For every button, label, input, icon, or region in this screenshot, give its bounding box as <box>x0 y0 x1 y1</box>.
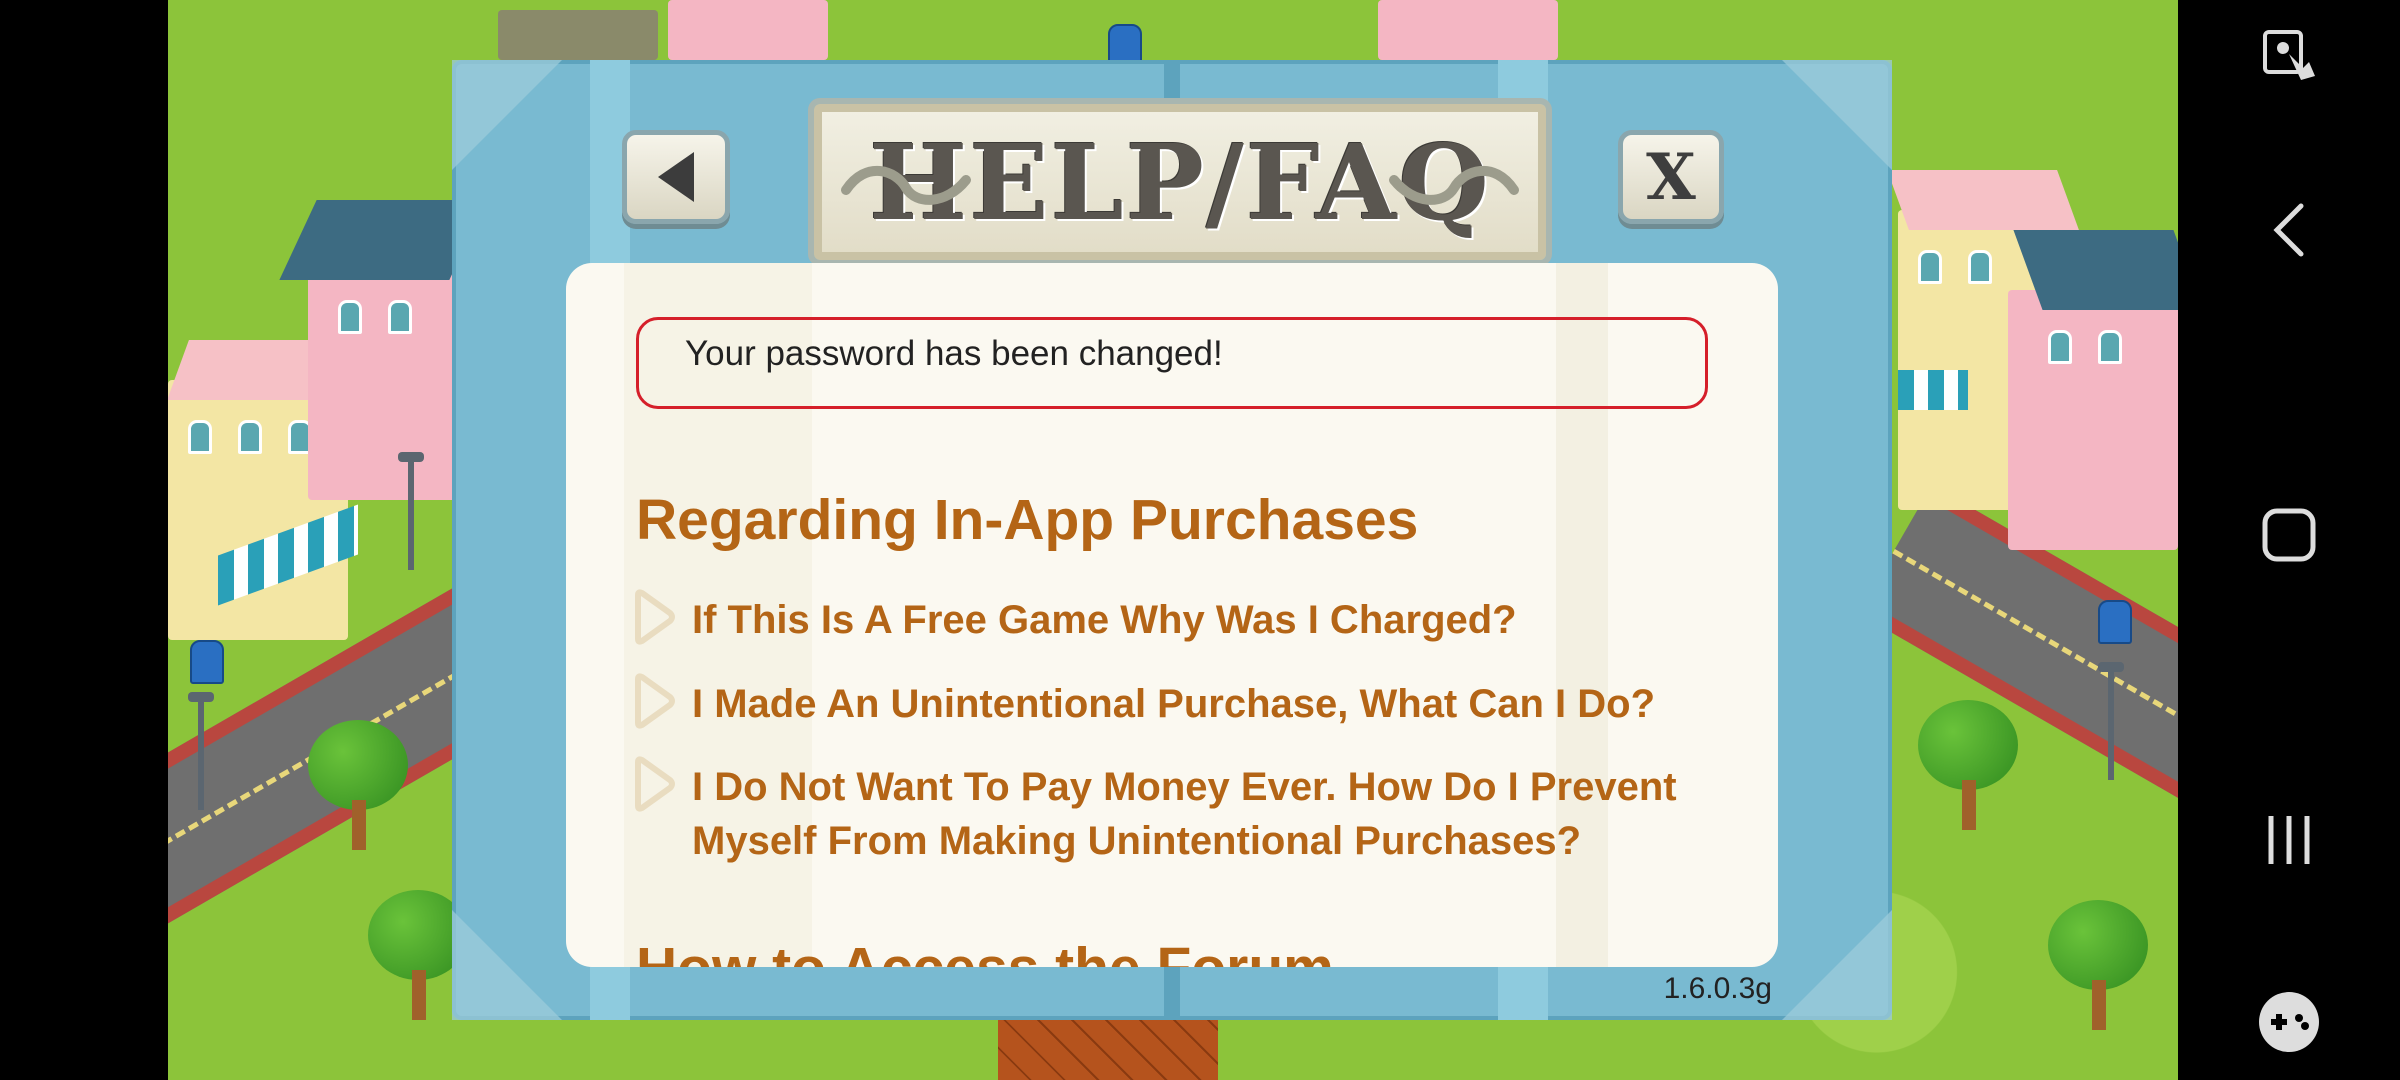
street-lamp <box>188 692 214 810</box>
status-message-box: Your password has been changed! <box>636 317 1708 409</box>
mailbox <box>2098 600 2132 644</box>
faq-item[interactable]: I Do Not Want To Pay Money Ever. How Do … <box>632 756 1732 868</box>
tree <box>2048 900 2148 1040</box>
panel-corner <box>452 60 562 170</box>
faq-question-label[interactable]: I Do Not Want To Pay Money Ever. How Do … <box>692 760 1692 868</box>
tree <box>308 720 408 860</box>
roof-top-left <box>498 10 658 60</box>
panel-corner <box>452 910 562 1020</box>
house-building <box>279 200 487 500</box>
tree <box>1918 700 2018 840</box>
building-top-left <box>668 0 828 60</box>
back-button[interactable] <box>622 130 730 224</box>
panel-corner <box>1782 60 1892 170</box>
recents-icon[interactable] <box>2259 810 2319 870</box>
help-faq-dialog: HELP/FAQ X Your password has been change… <box>452 60 1892 1020</box>
home-square-icon[interactable] <box>2259 505 2319 565</box>
system-nav-bar <box>2178 0 2400 1080</box>
swirl-ornament-left <box>841 166 971 205</box>
faq-item[interactable]: I Made An Unintentional Purchase, What C… <box>632 673 1732 731</box>
street-lamp <box>398 452 424 570</box>
building-top-right <box>1378 0 1558 60</box>
screen-lock-icon[interactable] <box>2259 28 2319 88</box>
tile-floor <box>998 1010 1218 1080</box>
back-arrow-icon <box>658 152 694 202</box>
close-button[interactable]: X <box>1618 130 1724 224</box>
panel-corner <box>1782 910 1892 1020</box>
section-heading-forum: How to Access the Forum <box>636 935 1334 967</box>
faq-item[interactable]: If This Is A Free Game Why Was I Charged… <box>632 589 1732 647</box>
version-label: 1.6.0.3g <box>1663 972 1772 1005</box>
faq-content-panel[interactable]: Your password has been changed! Regardin… <box>566 263 1778 967</box>
section-heading: Regarding In-App Purchases <box>636 488 1419 552</box>
back-chevron-icon[interactable] <box>2269 200 2309 260</box>
arrow-bullet-icon <box>635 756 675 812</box>
faq-question-label[interactable]: I Made An Unintentional Purchase, What C… <box>692 677 1655 731</box>
arrow-bullet-icon <box>635 589 675 645</box>
mailbox <box>190 640 224 684</box>
status-message: Your password has been changed! <box>685 334 1223 373</box>
street-lamp <box>2098 662 2124 780</box>
house-building-right <box>2008 230 2178 550</box>
game-controller-icon[interactable] <box>2257 990 2321 1054</box>
faq-question-label[interactable]: If This Is A Free Game Why Was I Charged… <box>692 593 1517 647</box>
swirl-ornament-right <box>1389 166 1519 205</box>
arrow-bullet-icon <box>635 673 675 729</box>
title-plate: HELP/FAQ <box>814 104 1546 260</box>
